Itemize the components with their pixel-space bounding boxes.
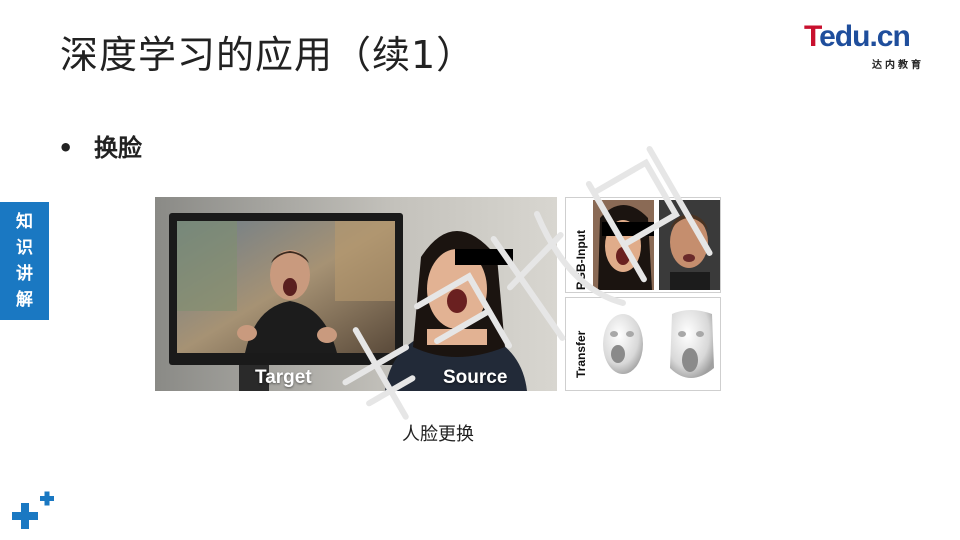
tedu-logo: Tedu.cn 达内教育 [804, 20, 940, 71]
bullet-text: 换脸 [94, 134, 142, 162]
bullet-dot-icon: • [58, 134, 74, 162]
slide-title: 深度学习的应用（续1） [60, 33, 476, 77]
logo-subtitle: 达内教育 [872, 60, 924, 71]
logo-wordmark: Tedu.cn [804, 20, 911, 54]
side-tab-char: 讲 [16, 264, 33, 284]
rgb-input-drawing [593, 200, 720, 290]
figure-caption: 人脸更换 [402, 424, 474, 445]
slide: 深度学习的应用（续1） Tedu.cn 达内教育 • 换脸 知 识 讲 解 Ta… [0, 0, 960, 540]
bullet-item: • 换脸 [58, 128, 142, 163]
rgb-input-label: RGB-Input [574, 230, 588, 290]
face-swap-photo: Target Source [155, 197, 557, 391]
logo-initial: T [804, 20, 820, 53]
transfer-panel: Transfer [565, 297, 721, 391]
side-tab-char: 解 [16, 290, 33, 310]
side-tab-char: 知 [16, 212, 33, 232]
target-label: Target [255, 367, 312, 388]
side-tab-char: 识 [16, 238, 33, 258]
face-swap-photo-drawing [155, 197, 557, 391]
transfer-drawing [603, 310, 714, 378]
source-label: Source [443, 367, 508, 388]
transfer-label: Transfer [574, 330, 588, 378]
rgb-input-panel: RGB-Input [565, 197, 721, 293]
side-tab: 知 识 讲 解 [0, 202, 49, 320]
plus-decoration-icon [12, 491, 54, 529]
logo-rest: edu.cn [819, 20, 911, 53]
